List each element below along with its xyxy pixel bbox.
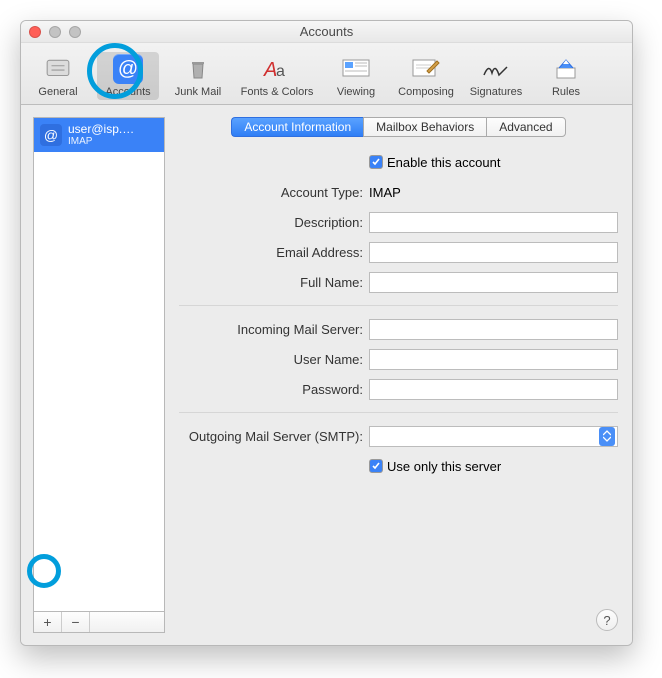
label: Junk Mail — [175, 86, 221, 98]
tab-mailbox-behaviors[interactable]: Mailbox Behaviors — [363, 117, 486, 137]
accounts-list: @ user@isp.… IMAP + − — [33, 117, 165, 633]
label: General — [38, 86, 77, 98]
account-row[interactable]: @ user@isp.… IMAP — [34, 118, 164, 152]
accounts-listbox[interactable]: @ user@isp.… IMAP — [33, 117, 165, 611]
account-type-value: IMAP — [369, 185, 401, 200]
traffic-lights — [29, 26, 81, 38]
trash-icon — [181, 54, 215, 84]
email-input[interactable] — [369, 242, 618, 263]
username-input[interactable] — [369, 349, 618, 370]
fullname-input[interactable] — [369, 272, 618, 293]
gear-icon — [41, 54, 75, 84]
use-only-server-checkbox[interactable] — [369, 459, 383, 473]
toolbar-item-rules[interactable]: Rules — [535, 52, 597, 100]
tab-advanced[interactable]: Advanced — [486, 117, 565, 137]
password-input[interactable] — [369, 379, 618, 400]
label: Fonts & Colors — [241, 86, 314, 98]
account-detail-panel: Account Information Mailbox Behaviors Ad… — [177, 117, 620, 633]
account-type-label: Account Type: — [179, 185, 369, 200]
description-label: Description: — [179, 215, 369, 230]
account-name: user@isp.… — [68, 123, 134, 136]
minimize-button[interactable] — [49, 26, 61, 38]
signature-icon — [479, 54, 513, 84]
add-account-button[interactable]: + — [34, 612, 62, 632]
content-area: @ user@isp.… IMAP + − Account Informatio… — [21, 105, 632, 645]
preferences-window: Accounts General @ Accounts Junk Mail Aa — [20, 20, 633, 646]
rules-icon — [549, 54, 583, 84]
label: Rules — [552, 86, 580, 98]
help-button[interactable]: ? — [596, 609, 618, 631]
label: Accounts — [105, 86, 150, 98]
fonts-icon: Aa — [260, 54, 294, 84]
label: Signatures — [470, 86, 523, 98]
tab-account-information[interactable]: Account Information — [231, 117, 363, 137]
at-badge-icon: @ — [40, 124, 62, 146]
svg-text:a: a — [276, 63, 285, 80]
toolbar-item-accounts[interactable]: @ Accounts — [97, 52, 159, 100]
tab-group: Account Information Mailbox Behaviors Ad… — [177, 117, 620, 137]
password-label: Password: — [179, 382, 369, 397]
enable-account-label: Enable this account — [387, 155, 500, 170]
account-type: IMAP — [68, 136, 134, 147]
window-title: Accounts — [21, 24, 632, 39]
close-button[interactable] — [29, 26, 41, 38]
label: Composing — [398, 86, 454, 98]
incoming-label: Incoming Mail Server: — [179, 322, 369, 337]
toolbar-item-viewing[interactable]: Viewing — [325, 52, 387, 100]
zoom-button[interactable] — [69, 26, 81, 38]
toolbar-item-fonts[interactable]: Aa Fonts & Colors — [237, 52, 317, 100]
toolbar-item-general[interactable]: General — [27, 52, 89, 100]
toolbar: General @ Accounts Junk Mail Aa Fonts & … — [21, 43, 632, 105]
titlebar: Accounts — [21, 21, 632, 43]
toolbar-item-signatures[interactable]: Signatures — [465, 52, 527, 100]
toolbar-item-junk[interactable]: Junk Mail — [167, 52, 229, 100]
outgoing-label: Outgoing Mail Server (SMTP): — [179, 429, 369, 444]
fullname-label: Full Name: — [179, 275, 369, 290]
at-icon: @ — [111, 54, 145, 84]
enable-account-checkbox[interactable] — [369, 155, 383, 169]
username-label: User Name: — [179, 352, 369, 367]
outgoing-server-select[interactable] — [369, 426, 618, 447]
email-label: Email Address: — [179, 245, 369, 260]
form: Enable this account Account Type: IMAP D… — [177, 149, 620, 633]
viewing-icon — [339, 54, 373, 84]
label: Viewing — [337, 86, 375, 98]
description-input[interactable] — [369, 212, 618, 233]
use-only-server-label: Use only this server — [387, 459, 501, 474]
remove-account-button[interactable]: − — [62, 612, 90, 632]
incoming-input[interactable] — [369, 319, 618, 340]
compose-icon — [409, 54, 443, 84]
toolbar-item-composing[interactable]: Composing — [395, 52, 457, 100]
select-arrows-icon — [599, 427, 615, 446]
list-footer: + − — [33, 611, 165, 633]
